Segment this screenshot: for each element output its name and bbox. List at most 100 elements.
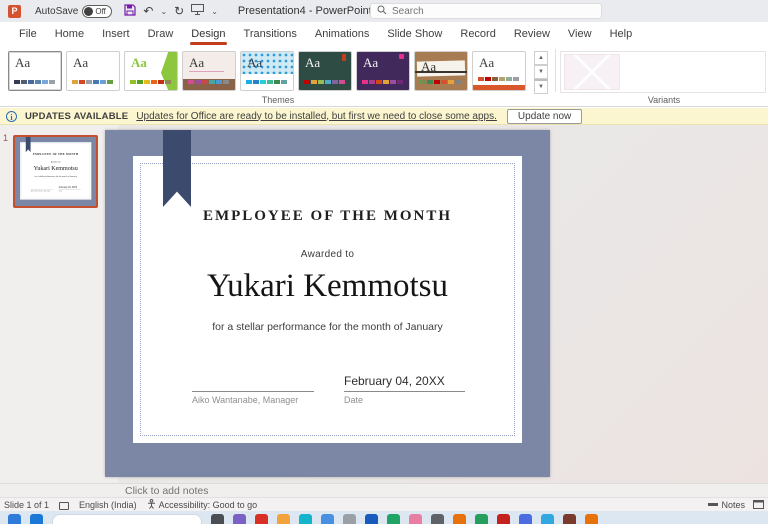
theme-swatch [441,80,447,84]
theme-swatch [369,80,375,84]
theme-swatch [304,80,310,84]
theme-option-2[interactable]: Aa [66,51,120,91]
theme-swatch [478,77,484,81]
powerpoint-app-icon[interactable] [8,4,21,18]
tab-home[interactable]: Home [46,23,93,46]
undo-button[interactable]: ↶ [143,5,153,17]
taskbar-icon[interactable] [585,514,598,524]
theme-swatches [188,80,229,84]
taskbar-icon[interactable] [30,514,43,524]
variant-option-1[interactable] [564,54,620,90]
theme-facet[interactable]: Aa [124,51,178,91]
tab-file[interactable]: File [10,23,46,46]
language-indicator[interactable]: English (India) [79,500,137,510]
date-value[interactable]: February 04, 20XX [344,374,465,389]
theme-preview-text: Aa [247,55,263,70]
display-settings-icon[interactable] [59,501,70,510]
taskbar-icon[interactable] [541,514,554,524]
theme-swatch [144,80,150,84]
theme-option-7[interactable]: Aa [356,51,410,91]
tab-design[interactable]: Design [182,23,234,46]
manager-signature-block[interactable]: Aiko Wantanabe, Manager [192,374,314,405]
themes-scroll-down-icon[interactable]: ▼ [534,65,548,79]
theme-swatch [267,80,273,84]
save-icon[interactable] [124,3,136,19]
theme-swatches [72,80,113,84]
theme-preview-text: Aa [479,55,495,70]
notes-pane[interactable]: Click to add notes [0,483,768,497]
update-now-button[interactable]: Update now [506,108,583,124]
taskbar-icon[interactable] [255,514,268,524]
taskbar-icon[interactable] [365,514,378,524]
search-icon [377,5,387,18]
themes-gallery-more-icon[interactable]: ▼ [534,79,548,94]
tab-review[interactable]: Review [505,23,559,46]
taskbar-icon[interactable] [299,514,312,524]
search-input[interactable] [392,5,595,17]
theme-swatch [499,77,505,81]
theme-office-current[interactable]: Aa [8,51,62,91]
redo-button[interactable]: ↻ [174,5,184,17]
taskbar-icon[interactable] [277,514,290,524]
date-block[interactable]: February 04, 20XX Date [344,374,465,405]
taskbar-icon[interactable] [453,514,466,524]
tab-view[interactable]: View [559,23,601,46]
notes-placeholder[interactable]: Click to add notes [125,485,208,497]
certificate-subtitle[interactable]: for a stellar performance for the month … [133,321,522,333]
recipient-name[interactable]: Yukari Kemmotsu [133,268,522,305]
theme-option-9[interactable]: Aa [472,51,526,91]
taskbar-icon[interactable] [343,514,356,524]
start-presentation-icon[interactable] [191,4,205,18]
tab-animations[interactable]: Animations [306,23,378,46]
theme-swatch [376,80,382,84]
tab-draw[interactable]: Draw [139,23,183,46]
theme-integral[interactable]: Aa [240,51,294,91]
customize-toolbar-icon[interactable]: ⌄ [211,7,218,16]
taskbar-icon[interactable] [8,514,21,524]
autosave-control[interactable]: AutoSave Off [35,4,113,18]
taskbar-icon[interactable] [475,514,488,524]
taskbar-icon[interactable] [321,514,334,524]
tab-slide-show[interactable]: Slide Show [378,23,451,46]
theme-swatch [49,80,55,84]
theme-preview-text: Aa [73,55,89,70]
accessibility-checker[interactable]: Accessibility: Good to go [147,498,257,511]
date-line [344,391,465,392]
tab-help[interactable]: Help [601,23,642,46]
theme-swatch [137,80,143,84]
taskbar-search-box[interactable] [52,514,202,524]
notification-message-link[interactable]: Updates for Office are ready to be insta… [136,111,497,122]
slide-indicator[interactable]: Slide 1 of 1 [4,500,49,510]
themes-scroll-up-icon[interactable]: ▲ [534,51,548,65]
theme-swatch [513,77,519,81]
taskbar-icon[interactable] [211,514,224,524]
theme-wood[interactable]: Aa [414,51,468,91]
taskbar-icon[interactable] [409,514,422,524]
certificate-body[interactable]: EMPLOYEE OF THE MONTH Awarded to Yukari … [133,156,522,443]
undo-dropdown-icon[interactable]: ⌄ [160,7,167,16]
taskbar-icon[interactable] [563,514,576,524]
taskbar-icon[interactable] [387,514,400,524]
taskbar-icon[interactable] [519,514,532,524]
themes-scroll-controls: ▲ ▼ ▼ [534,51,548,94]
ribbon-tabs: File Home Insert Draw Design Transitions… [0,22,768,47]
taskbar-icon[interactable] [497,514,510,524]
search-box[interactable] [370,3,602,19]
theme-chalkboard[interactable]: Aa [298,51,352,91]
slide-1-thumbnail[interactable]: EMPLOYEE OF THE MONTH Awarded to Yukari … [13,135,98,208]
theme-preview-text: Aa [189,55,225,72]
taskbar-icon[interactable] [233,514,246,524]
tab-transitions[interactable]: Transitions [235,23,306,46]
certificate-title[interactable]: EMPLOYEE OF THE MONTH [133,208,522,225]
tab-record[interactable]: Record [451,23,504,46]
notes-toggle[interactable]: Notes [708,500,745,510]
normal-view-icon[interactable] [753,500,764,509]
tab-insert[interactable]: Insert [93,23,139,46]
windows-taskbar [0,511,768,524]
autosave-toggle[interactable]: Off [82,4,113,18]
theme-option-4[interactable]: Aa [182,51,236,91]
slide-canvas[interactable]: EMPLOYEE OF THE MONTH Awarded to Yukari … [105,130,550,477]
theme-swatch [100,80,106,84]
taskbar-icon[interactable] [431,514,444,524]
awarded-to-label[interactable]: Awarded to [133,249,522,260]
